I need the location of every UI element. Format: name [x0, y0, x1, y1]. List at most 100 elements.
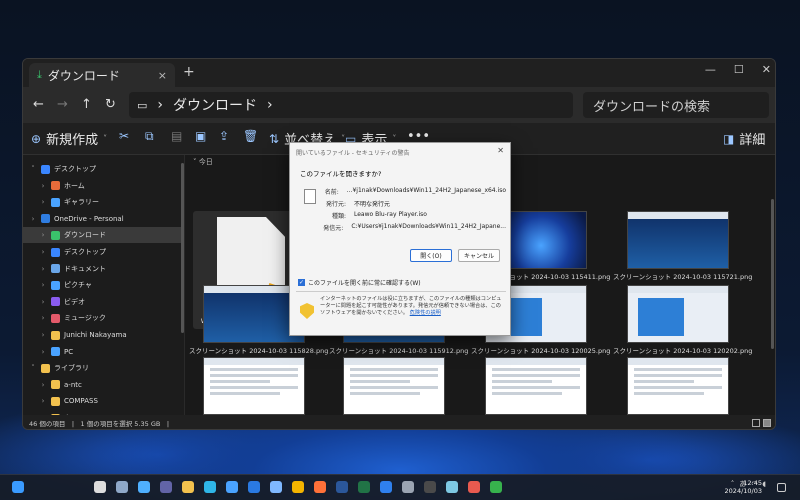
open-button[interactable]: 開く(O)	[410, 249, 452, 262]
always-ask-checkbox[interactable]: ✓ このファイルを開く前に常に確認する(W)	[298, 278, 421, 287]
settings-icon[interactable]	[402, 481, 414, 493]
task-view-icon[interactable]	[116, 481, 128, 493]
sidebar-item[interactable]: › デスクトップ	[23, 244, 181, 260]
photos-icon[interactable]	[270, 481, 282, 493]
file-thumbnail[interactable]	[203, 357, 305, 415]
terminal-icon[interactable]	[424, 481, 436, 493]
clock[interactable]: 12:45 2024/10/03	[725, 479, 762, 495]
sidebar-item[interactable]: › OneDrive - Personal	[23, 211, 181, 227]
sidebar-item[interactable]: › PC	[23, 344, 181, 360]
tab-downloads[interactable]: ⤓ ダウンロード ×	[29, 63, 175, 87]
maps-icon[interactable]	[490, 481, 502, 493]
details-button[interactable]: ◨ 詳細	[723, 129, 765, 149]
new-button[interactable]: ⊕ 新規作成 ˅	[31, 129, 107, 149]
store-icon[interactable]	[226, 481, 238, 493]
search-icon[interactable]	[94, 481, 106, 493]
details-view-icon[interactable]	[752, 419, 760, 427]
chevron-down-icon[interactable]: ˅	[29, 364, 37, 372]
close-window-icon[interactable]: ✕	[762, 63, 771, 76]
sidebar-item[interactable]: ˅ ライブラリ	[23, 360, 181, 376]
file-name[interactable]: スクリーンショット 2024-10-03 115721.png	[613, 271, 752, 281]
file-name[interactable]: スクリーンショット 2024-10-03 120202.png	[613, 345, 752, 355]
sidebar-item[interactable]: › a-ntc	[23, 377, 181, 393]
chevron-right-icon[interactable]: ›	[39, 298, 47, 306]
chevron-right-icon[interactable]: ›	[39, 182, 47, 190]
up-icon[interactable]: ↑	[81, 97, 92, 112]
paste-icon[interactable]: ▤	[171, 129, 182, 143]
minimize-icon[interactable]: —	[705, 63, 716, 76]
chevron-right-icon[interactable]: ›	[39, 314, 47, 322]
address-bar[interactable]: ▭ › ダウンロード ›	[129, 92, 573, 118]
chevron-right-icon[interactable]: ›	[39, 198, 47, 206]
sidebar-item[interactable]: › ピクチャ	[23, 277, 181, 293]
back-icon[interactable]: ←	[33, 97, 44, 112]
cut-icon[interactable]: ✂	[119, 129, 129, 143]
firefox-icon[interactable]	[314, 481, 326, 493]
chevron-right-icon[interactable]: ›	[39, 331, 47, 339]
sidebar-item[interactable]: › ホーム	[23, 178, 181, 194]
sidebar-scrollbar[interactable]	[181, 163, 184, 333]
sidebar-item[interactable]: ˅ デスクトップ	[23, 161, 181, 177]
chevron-right-icon[interactable]: ›	[39, 381, 47, 389]
group-header-today[interactable]: ˅ 今日	[193, 157, 213, 167]
file-name[interactable]: スクリーンショット 2024-10-03 120025.png	[471, 345, 610, 355]
file-name[interactable]: スクリーンショット 2024-10-03 115912.png	[329, 345, 468, 355]
notification-icon[interactable]	[777, 483, 786, 492]
dialog-close-icon[interactable]: ✕	[497, 146, 504, 155]
forward-icon[interactable]: →	[57, 97, 68, 112]
search-input[interactable]: ダウンロードの検索	[583, 92, 769, 118]
content-scrollbar[interactable]	[771, 199, 774, 349]
file-thumbnail[interactable]	[627, 285, 729, 343]
rename-icon[interactable]: ▣	[195, 129, 206, 143]
new-tab-button[interactable]: +	[183, 64, 195, 80]
file-name[interactable]: スクリーンショット 2024-10-03 115828.png	[189, 345, 328, 355]
file-thumbnail[interactable]	[627, 211, 729, 269]
copy-icon[interactable]: ⧉	[145, 129, 154, 144]
notepad-icon[interactable]	[446, 481, 458, 493]
file-thumbnail[interactable]	[627, 357, 729, 415]
excel-icon[interactable]	[358, 481, 370, 493]
risk-info-link[interactable]: 危険性の説明	[410, 310, 441, 316]
chevron-right-icon[interactable]: ›	[39, 348, 47, 356]
maximize-icon[interactable]: ☐	[734, 63, 744, 76]
sidebar-item-label: ダウンロード	[64, 231, 106, 240]
sidebar-item[interactable]: › Junichi Nakayama	[23, 327, 181, 343]
sidebar-item[interactable]: › ダウンロード	[23, 227, 181, 244]
breadcrumb-chevron-icon[interactable]: ›	[267, 97, 273, 113]
volume-icon[interactable]: ◖	[762, 480, 766, 488]
chevron-right-icon[interactable]: ›	[39, 248, 47, 256]
sidebar-item[interactable]: › ドキュメント	[23, 261, 181, 277]
breadcrumb-downloads[interactable]: ダウンロード	[173, 95, 257, 115]
chrome-icon[interactable]	[292, 481, 304, 493]
refresh-icon[interactable]: ↻	[105, 97, 116, 112]
large-icons-view-icon[interactable]	[763, 419, 771, 427]
chevron-right-icon[interactable]: ›	[39, 265, 47, 273]
word-icon[interactable]	[336, 481, 348, 493]
cancel-button[interactable]: キャンセル	[458, 249, 500, 262]
calendar-icon[interactable]	[468, 481, 480, 493]
file-thumbnail[interactable]	[343, 357, 445, 415]
start-icon[interactable]	[12, 481, 24, 493]
share-icon[interactable]: ⇪	[219, 129, 229, 143]
close-icon[interactable]: ×	[158, 69, 167, 82]
chevron-right-icon[interactable]: ›	[39, 281, 47, 289]
sidebar-item-label: ビデオ	[64, 297, 85, 306]
chevron-right-icon[interactable]: ›	[29, 215, 37, 223]
sidebar-item[interactable]: › ビデオ	[23, 294, 181, 310]
vscode-icon[interactable]	[380, 481, 392, 493]
sidebar-item[interactable]: › COMPASS	[23, 393, 181, 409]
sidebar-item[interactable]: › ギャラリー	[23, 194, 181, 210]
widgets-icon[interactable]	[138, 481, 150, 493]
dialog-info-row: 名前: ...¥j1nak¥Downloads¥Win11_24H2_Japane…	[320, 187, 506, 196]
folder-icon	[41, 164, 50, 174]
teams-icon[interactable]	[160, 481, 172, 493]
chevron-right-icon[interactable]: ›	[39, 231, 47, 239]
chevron-down-icon[interactable]: ˅	[29, 165, 37, 173]
delete-icon[interactable]: 🗑	[243, 129, 258, 143]
mail-icon[interactable]	[248, 481, 260, 493]
explorer-icon[interactable]	[182, 481, 194, 493]
chevron-right-icon[interactable]: ›	[39, 397, 47, 405]
file-thumbnail[interactable]	[485, 357, 587, 415]
edge-icon[interactable]	[204, 481, 216, 493]
sidebar-item[interactable]: › ミュージック	[23, 310, 181, 326]
